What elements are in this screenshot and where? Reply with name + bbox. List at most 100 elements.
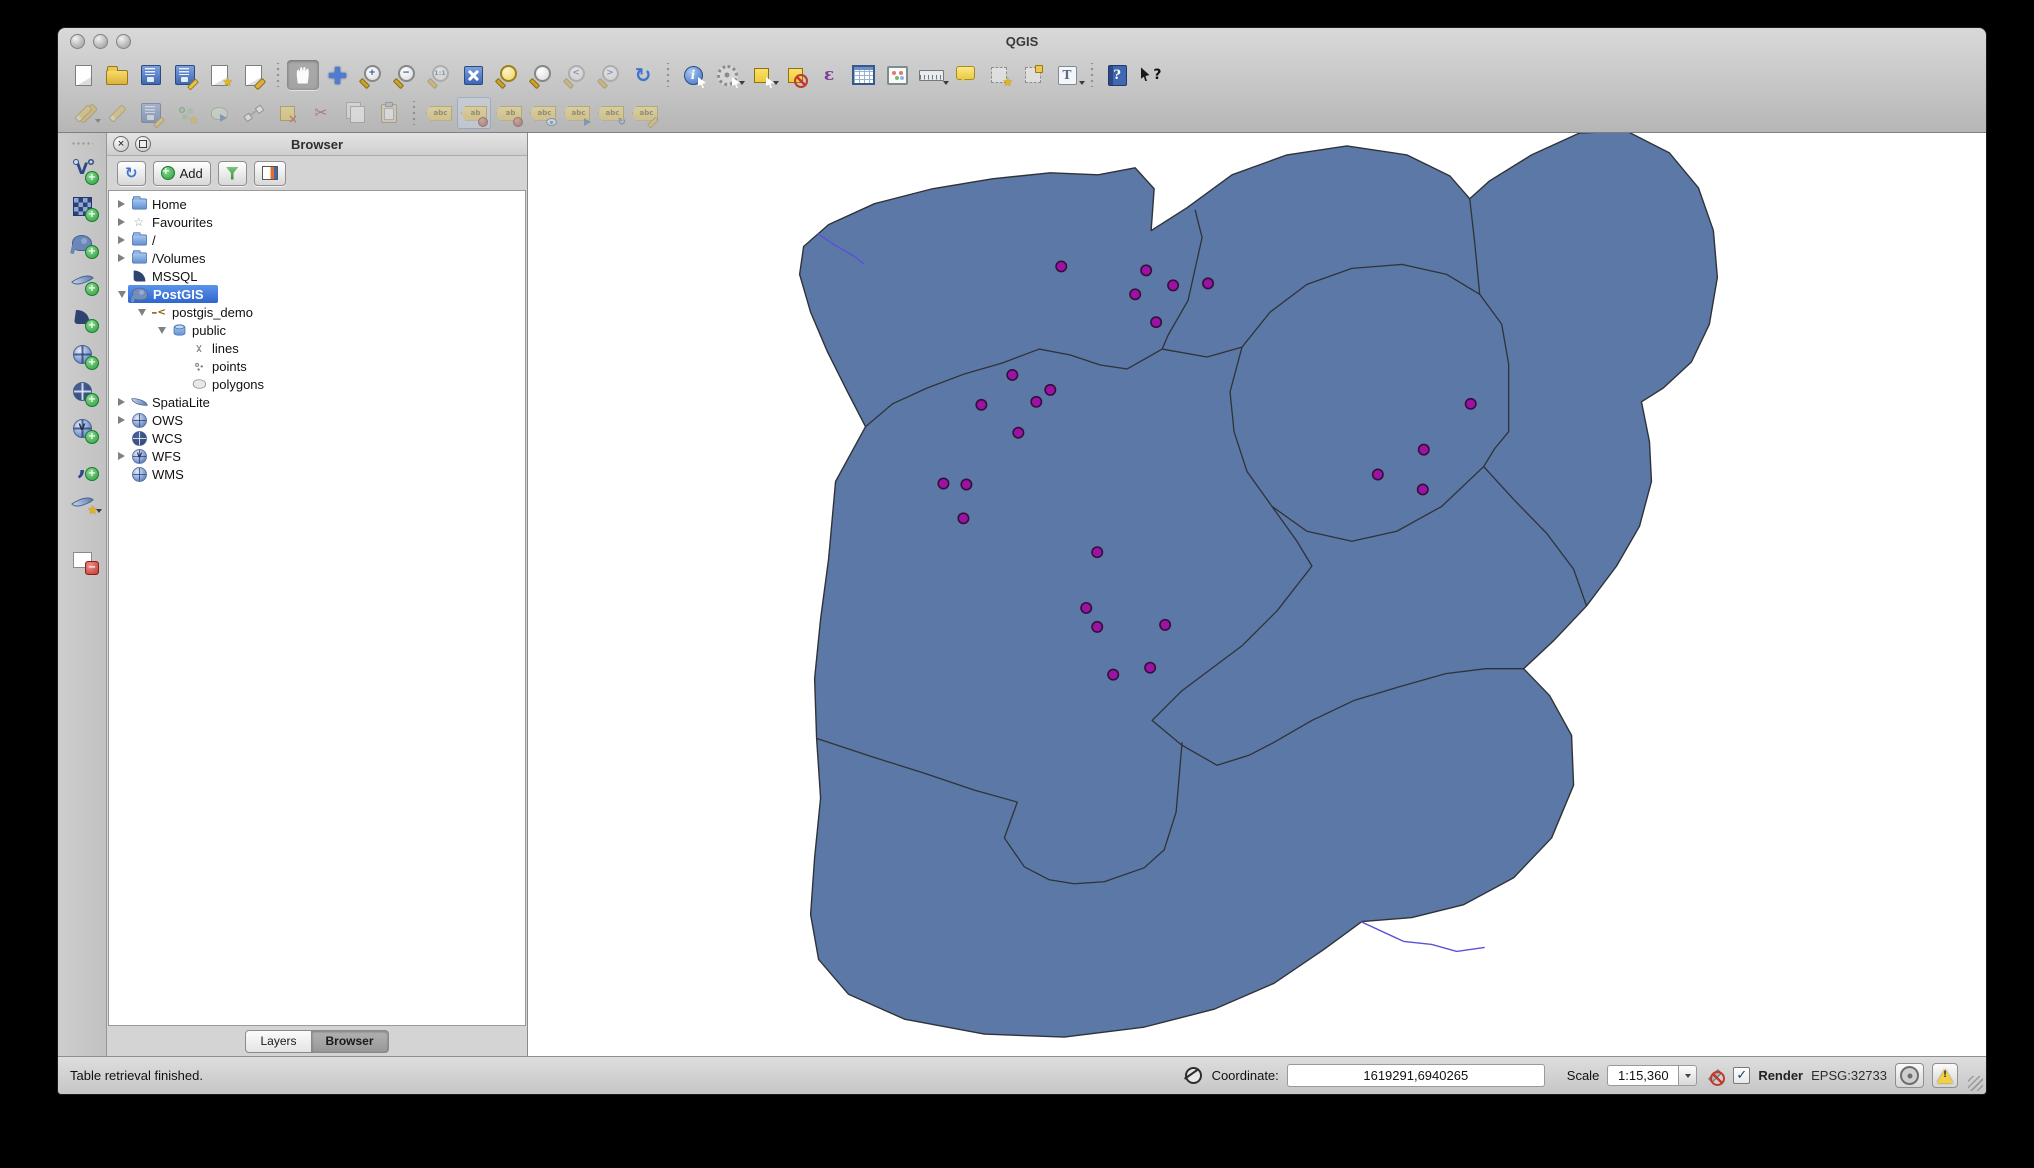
zoom-last-button[interactable]: < [559, 60, 591, 90]
expander-expanded-icon[interactable] [135, 307, 148, 317]
render-checkbox[interactable]: ✓ [1733, 1067, 1750, 1084]
save-project-button[interactable] [135, 60, 167, 90]
tree-item-home[interactable]: Home [109, 195, 525, 213]
label-pin-button[interactable]: ab [457, 97, 491, 129]
new-project-button[interactable] [67, 60, 99, 90]
tree-item-wcs[interactable]: WCS [109, 429, 525, 447]
expander-expanded-icon[interactable] [155, 325, 168, 335]
browser-add-button[interactable]: + Add [153, 161, 211, 186]
zoom-out-button[interactable]: − [389, 60, 421, 90]
tree-item-public[interactable]: public [109, 321, 525, 339]
text-annotation-button[interactable]: T [1051, 60, 1083, 90]
tree-item-spatialite[interactable]: SpatiaLite [109, 393, 525, 411]
cut-features-button[interactable]: ✂ [305, 98, 337, 128]
scale-combo[interactable]: 1:15,360 [1607, 1065, 1697, 1086]
add-raster-layer-button[interactable]: + [64, 190, 100, 222]
add-spatialite-layer-button[interactable]: + [64, 264, 100, 296]
label-properties-button[interactable]: abc [629, 98, 661, 128]
add-mssql-layer-button[interactable]: + [64, 301, 100, 333]
label-auto-button[interactable]: abc [423, 98, 455, 128]
select-features-button[interactable] [745, 60, 777, 90]
expander-collapsed-icon[interactable] [115, 451, 128, 461]
label-rotate-button[interactable]: abc↻ [595, 98, 627, 128]
deselect-features-button[interactable] [779, 60, 811, 90]
identify-features-button[interactable]: i [677, 60, 709, 90]
measure-line-button[interactable] [915, 60, 947, 90]
zoom-actual-size-button[interactable]: 1:1 [423, 60, 455, 90]
paste-features-button[interactable] [373, 98, 405, 128]
scale-dropdown-button[interactable] [1678, 1065, 1697, 1086]
tree-item-wms[interactable]: WMS [109, 465, 525, 483]
scale-lock-button[interactable] [1705, 1066, 1725, 1086]
label-unpin-button[interactable]: ab [493, 98, 525, 128]
move-feature-button[interactable] [203, 98, 235, 128]
add-wms-layer-button[interactable]: + [64, 338, 100, 370]
expander-collapsed-icon[interactable] [115, 415, 128, 425]
scale-value[interactable]: 1:15,360 [1607, 1065, 1678, 1086]
tree-item-wfs[interactable]: VWFS [109, 447, 525, 465]
toggle-editing-button[interactable] [101, 98, 133, 128]
open-attribute-table-button[interactable] [847, 60, 879, 90]
zoom-to-selection-button[interactable] [491, 60, 523, 90]
composer-manager-button[interactable] [237, 60, 269, 90]
crs-status-button[interactable] [1895, 1063, 1924, 1088]
map-canvas[interactable] [528, 133, 1986, 1056]
save-project-as-button[interactable] [169, 60, 201, 90]
tree-item-lines[interactable]: lines [109, 339, 525, 357]
browser-properties-button[interactable] [254, 161, 286, 186]
zoom-to-layer-button[interactable] [525, 60, 557, 90]
delete-selected-button[interactable]: × [271, 98, 303, 128]
node-tool-button[interactable] [237, 98, 269, 128]
log-messages-button[interactable] [1932, 1063, 1958, 1088]
save-layer-edits-button[interactable] [135, 98, 167, 128]
toolbar-drag-handle-icon[interactable] [71, 141, 93, 146]
tree-item-ows[interactable]: OWS [109, 411, 525, 429]
coordinate-input[interactable]: 1619291,6940265 [1287, 1064, 1545, 1087]
zoom-in-button[interactable]: + [355, 60, 387, 90]
tab-browser[interactable]: Browser [312, 1030, 389, 1053]
select-by-expression-button[interactable]: ε [813, 60, 845, 90]
field-calculator-button[interactable] [881, 60, 913, 90]
add-vector-layer-button[interactable]: V+ [64, 153, 100, 185]
coordinate-display-toggle[interactable] [1184, 1066, 1204, 1086]
tab-layers[interactable]: Layers [245, 1030, 311, 1053]
map-tips-button[interactable] [949, 60, 981, 90]
expander-collapsed-icon[interactable] [115, 397, 128, 407]
tree-item-postgis-demo[interactable]: <postgis_demo [109, 303, 525, 321]
tree-item-polygons[interactable]: polygons [109, 375, 525, 393]
label-show-hide-button[interactable]: abc [527, 98, 559, 128]
remove-layer-button[interactable]: − [64, 544, 100, 576]
browser-filter-button[interactable] [218, 161, 247, 186]
tree-item-points[interactable]: points [109, 357, 525, 375]
tree-item-favourites[interactable]: ☆Favourites [109, 213, 525, 231]
show-bookmarks-button[interactable] [1017, 60, 1049, 90]
expander-collapsed-icon[interactable] [115, 235, 128, 245]
whats-this-button[interactable]: ? [1135, 60, 1167, 90]
tree-item-mssql[interactable]: MSSQL [109, 267, 525, 285]
expander-collapsed-icon[interactable] [115, 199, 128, 209]
help-contents-button[interactable]: ? [1101, 60, 1133, 90]
expander-collapsed-icon[interactable] [115, 253, 128, 263]
tree-item--volumes[interactable]: /Volumes [109, 249, 525, 267]
zoom-full-button[interactable] [457, 60, 489, 90]
new-spatialite-layer-button[interactable]: ★ [64, 486, 100, 518]
new-print-composer-button[interactable]: ★ [203, 60, 235, 90]
browser-refresh-button[interactable]: ↻ [117, 161, 146, 186]
add-postgis-layer-button[interactable]: + [64, 227, 100, 259]
label-move-button[interactable]: abc [561, 98, 593, 128]
tree-item-postgis[interactable]: PostGIS [109, 285, 525, 303]
add-feature-button[interactable]: ★ [169, 98, 201, 128]
current-edits-button[interactable] [67, 98, 99, 128]
add-wfs-layer-button[interactable]: V+ [64, 412, 100, 444]
title-bar[interactable]: QGIS [58, 28, 1986, 54]
add-wcs-layer-button[interactable]: + [64, 375, 100, 407]
expander-expanded-icon[interactable] [115, 289, 128, 299]
add-delimited-text-layer-button[interactable]: ,+ [64, 449, 100, 481]
new-bookmark-button[interactable]: ★ [983, 60, 1015, 90]
run-feature-action-button[interactable] [711, 60, 743, 90]
pan-map-button[interactable] [287, 60, 319, 90]
copy-features-button[interactable] [339, 98, 371, 128]
expander-collapsed-icon[interactable] [115, 217, 128, 227]
window-resize-grip[interactable] [1968, 1076, 1983, 1091]
open-project-button[interactable] [101, 60, 133, 90]
